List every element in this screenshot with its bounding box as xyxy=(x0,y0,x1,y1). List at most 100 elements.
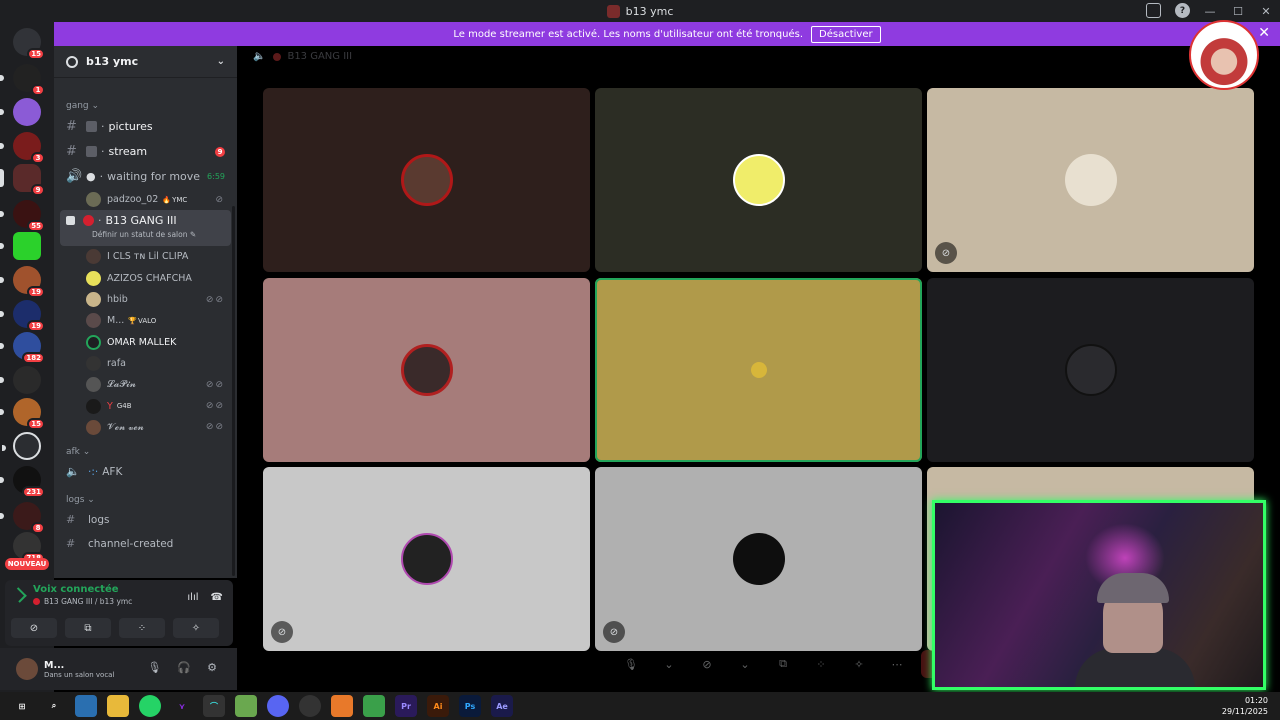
search-icon[interactable]: ⌕ xyxy=(43,695,65,717)
discord-icon[interactable] xyxy=(267,695,289,717)
after-effects-icon[interactable]: Ae xyxy=(491,695,513,717)
help-icon[interactable]: ? xyxy=(1175,3,1190,18)
server-header[interactable]: b13 ymc ⌄ xyxy=(54,46,237,78)
voice-member[interactable]: M... 🏆 VALO xyxy=(54,310,237,331)
system-clock[interactable]: 01:20 29/11/2025 xyxy=(1222,695,1268,717)
app-icon[interactable] xyxy=(75,695,97,717)
voice-channel-path[interactable]: B13 GANG III / b13 ymc xyxy=(44,597,132,606)
avatar xyxy=(86,334,101,350)
voice-member[interactable]: I CLS ᴛɴ Lil CLIPA xyxy=(54,246,237,267)
channel-pictures[interactable]: # · pictures xyxy=(54,114,237,139)
soundboard-button[interactable]: ✧ xyxy=(173,618,219,638)
app-icon[interactable]: ⌒ xyxy=(203,695,225,717)
voice-member[interactable]: OMAR MALLEK xyxy=(54,331,237,352)
activities-button[interactable]: ⁘ xyxy=(119,618,165,638)
server-icon[interactable] xyxy=(0,366,41,394)
channel-afk[interactable]: 🔈 ·:· AFK xyxy=(54,460,237,484)
microphone-icon[interactable]: 🎙 xyxy=(617,652,645,676)
user-panel: M... Dans un salon vocal 🎙 🎧 ⚙ xyxy=(0,648,237,690)
app-icon[interactable] xyxy=(363,695,385,717)
channel-b13-gang-iii[interactable]: · B13 GANG III Définir un statut de salo… xyxy=(60,210,231,247)
participant-tile-speaking[interactable] xyxy=(595,278,922,462)
channel-emoji-icon xyxy=(86,121,97,132)
file-explorer-icon[interactable] xyxy=(107,695,129,717)
voice-member[interactable]: Y G4B ⊘⊘ xyxy=(54,395,237,416)
participant-tile[interactable] xyxy=(927,278,1254,462)
noise-suppression-icon[interactable]: ılıl xyxy=(187,592,198,603)
voice-member[interactable]: 𝓛𝓪𝓟𝓲𝓷 ⊘⊘ xyxy=(54,374,237,395)
app-icon[interactable] xyxy=(331,695,353,717)
participant-tile[interactable] xyxy=(595,88,922,272)
channel-created[interactable]: # channel-created xyxy=(54,532,237,556)
participant-tile[interactable]: ⊘ xyxy=(595,467,922,651)
voice-member[interactable]: 𝓥𝓮𝓷 𝓿𝓮𝓷 ⊘⊘ xyxy=(54,417,237,438)
server-icon[interactable]: 8 xyxy=(0,502,45,534)
server-icon[interactable]: 3 xyxy=(0,132,45,164)
category-afk[interactable]: afk ⌄ xyxy=(54,444,237,460)
maximize-button[interactable]: ☐ xyxy=(1224,0,1252,22)
server-icon[interactable]: 19 xyxy=(0,266,45,298)
server-icon[interactable] xyxy=(2,432,41,460)
voice-member[interactable]: hbib ⊘⊘ xyxy=(54,289,237,310)
server-icon[interactable] xyxy=(0,98,41,126)
channel-stream[interactable]: # · stream 9 xyxy=(54,139,237,164)
android-icon[interactable] xyxy=(235,695,257,717)
voice-member[interactable]: padzoo_02 🔥 YMC ⊘ xyxy=(54,189,237,210)
screen-share-icon[interactable]: ⧉ xyxy=(769,652,797,676)
home-button[interactable]: 15 xyxy=(13,28,45,60)
microphone-icon[interactable]: 🎙 xyxy=(147,661,161,674)
deactivate-button[interactable]: Désactiver xyxy=(811,25,881,43)
screen-share-button[interactable]: ⧉ xyxy=(65,618,111,638)
window-title: b13 ymc xyxy=(625,4,674,18)
server-icon[interactable]: 15 xyxy=(0,398,45,430)
participant-tile[interactable] xyxy=(263,88,590,272)
voice-member[interactable]: rafa xyxy=(54,353,237,374)
server-icon-selected[interactable]: 9 xyxy=(0,164,45,196)
server-icon[interactable]: 718 xyxy=(13,532,45,564)
premiere-icon[interactable]: Pr xyxy=(395,695,417,717)
close-button[interactable]: ✕ xyxy=(1252,0,1280,22)
more-icon[interactable]: ⋯ xyxy=(883,652,911,676)
member-name: I CLS ᴛɴ Lil CLIPA xyxy=(107,251,189,263)
trophy-icon: 🏆 xyxy=(128,316,137,325)
channel-waiting-for-move[interactable]: 🔊 ● · waiting for move 6:59 xyxy=(54,164,237,189)
obs-icon[interactable] xyxy=(299,695,321,717)
app-icon[interactable]: ⋎ xyxy=(171,695,193,717)
banner-close-icon[interactable]: ✕ xyxy=(1258,25,1270,41)
set-status-hint[interactable]: Définir un statut de salon ✎ xyxy=(66,230,196,239)
chevron-down-icon[interactable]: ⌄ xyxy=(655,652,683,676)
disconnect-icon[interactable]: ☎ xyxy=(211,592,223,603)
category-gang[interactable]: gang ⌄ xyxy=(54,98,237,114)
avatar xyxy=(86,292,101,308)
server-badge: 8 xyxy=(31,522,45,534)
soundboard-icon[interactable]: ✧ xyxy=(845,652,873,676)
server-icon[interactable]: 231 xyxy=(0,466,45,498)
participant-tile[interactable] xyxy=(263,278,590,462)
windows-start-icon[interactable]: ⊞ xyxy=(11,695,33,717)
camera-off-icon[interactable]: ⊘ xyxy=(693,652,721,676)
category-logs[interactable]: logs ⌄ xyxy=(54,492,237,508)
participant-tile[interactable]: ⊘ xyxy=(927,88,1254,272)
sidebar-scrollbar[interactable] xyxy=(232,206,235,576)
avatar[interactable] xyxy=(16,658,38,680)
server-icon[interactable] xyxy=(0,232,41,260)
gear-icon[interactable]: ⚙ xyxy=(207,661,217,674)
voice-member[interactable]: AZIZOS CHAFCHA xyxy=(54,268,237,289)
server-icon[interactable]: 55 xyxy=(0,200,45,232)
whatsapp-icon[interactable] xyxy=(139,695,161,717)
chevron-down-icon[interactable]: ⌄ xyxy=(731,652,759,676)
server-icon[interactable]: 182 xyxy=(0,332,45,364)
photoshop-icon[interactable]: Ps xyxy=(459,695,481,717)
participant-tile[interactable]: ⊘ xyxy=(263,467,590,651)
camera-off-button[interactable]: ⊘ xyxy=(11,618,57,638)
avatar xyxy=(86,270,101,286)
server-icon[interactable]: 19 xyxy=(0,300,45,332)
call-controls: 🎙 ⌄ ⊘ ⌄ ⧉ ⁘ ✧ ⋯ ☎ xyxy=(617,650,965,678)
channel-logs[interactable]: # logs xyxy=(54,508,237,532)
server-icon[interactable]: 1 xyxy=(0,64,45,96)
minimize-button[interactable]: — xyxy=(1196,0,1224,22)
headphones-icon[interactable]: 🎧 xyxy=(177,661,191,674)
activities-icon[interactable]: ⁘ xyxy=(807,652,835,676)
illustrator-icon[interactable]: Ai xyxy=(427,695,449,717)
inbox-icon[interactable] xyxy=(1146,3,1161,18)
